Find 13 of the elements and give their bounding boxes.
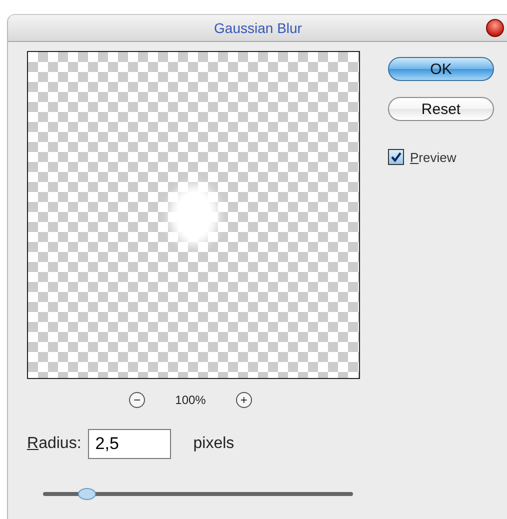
slider-thumb[interactable] xyxy=(78,488,96,500)
zoom-level: 100% xyxy=(175,393,206,407)
preview-checkbox[interactable] xyxy=(388,149,404,165)
ok-button[interactable]: OK xyxy=(388,57,494,81)
window-title: Gaussian Blur xyxy=(214,20,302,36)
zoom-out-button[interactable]: − xyxy=(129,392,146,408)
radius-label: Radius: xyxy=(27,435,82,453)
preview-label: Preview xyxy=(410,150,456,164)
radius-field[interactable]: 2,5 xyxy=(88,429,172,459)
zoom-in-button[interactable]: + xyxy=(236,392,252,408)
unit-label: pixels xyxy=(193,435,234,453)
reset-button[interactable]: Reset xyxy=(388,97,494,121)
close-icon[interactable] xyxy=(486,19,504,37)
